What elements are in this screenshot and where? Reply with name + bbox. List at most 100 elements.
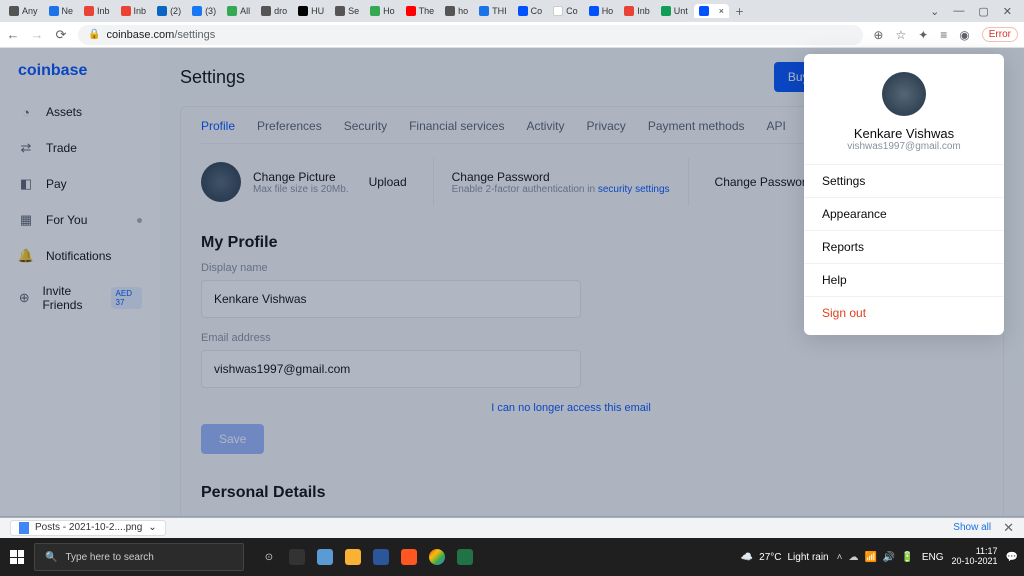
tray-icons[interactable]: ˄ ☁ 📶 🔊 🔋 — [837, 552, 914, 563]
install-icon[interactable]: ⊕ — [873, 28, 883, 42]
browser-tab[interactable]: Ne — [44, 4, 79, 18]
bell-icon: 🔔 — [18, 248, 34, 264]
browser-tab[interactable]: All — [222, 4, 255, 18]
url-input[interactable]: 🔒 coinbase.com/settings — [78, 25, 863, 45]
logo[interactable]: coinbase — [10, 62, 150, 94]
taskbar: 🔍Type here to search ⊙ ☁️ 27°C Light rai… — [0, 538, 1024, 576]
browser-tab[interactable]: (3) — [187, 4, 221, 18]
account-dropdown: Kenkare Vishwas vishwas1997@gmail.com Se… — [804, 54, 1004, 335]
tab-activity[interactable]: Activity — [526, 119, 564, 133]
chevron-down-icon[interactable]: ⌄ — [930, 5, 939, 18]
browser-tab[interactable]: Co — [548, 4, 583, 18]
no-access-link[interactable]: I can no longer access this email — [381, 402, 761, 414]
close-downloads-icon[interactable]: ✕ — [1003, 520, 1014, 536]
download-item[interactable]: Posts - 2021-10-2....png ⌄ — [10, 520, 166, 536]
browser-tab-active[interactable]: × — [694, 4, 729, 18]
browser-tab[interactable]: Ho — [365, 4, 400, 18]
pie-icon: ◔ — [18, 104, 34, 120]
notifications-icon[interactable]: 💬 — [1006, 552, 1018, 563]
sidebar-item-pay[interactable]: ◧Pay — [10, 166, 150, 202]
start-button[interactable] — [0, 538, 34, 576]
sidebar-item-assets[interactable]: ◔Assets — [10, 94, 150, 130]
language-indicator[interactable]: ENG — [922, 552, 944, 563]
browser-tab[interactable]: HU — [293, 4, 329, 18]
wifi-icon[interactable]: 📶 — [864, 552, 876, 563]
dropdown-reports[interactable]: Reports — [804, 230, 1004, 263]
sidebar-item-trade[interactable]: ⇄Trade — [10, 130, 150, 166]
taskbar-app[interactable] — [340, 538, 366, 576]
dropdown-help[interactable]: Help — [804, 263, 1004, 296]
browser-tab[interactable]: The — [401, 4, 440, 18]
email-input[interactable] — [201, 350, 581, 388]
taskbar-app[interactable] — [452, 538, 478, 576]
browser-tab[interactable]: Inb — [79, 4, 115, 18]
display-name-input[interactable] — [201, 280, 581, 318]
browser-tab[interactable]: Inb — [619, 4, 655, 18]
trade-icon: ⇄ — [18, 140, 34, 156]
taskbar-app[interactable] — [312, 538, 338, 576]
tab-security[interactable]: Security — [344, 119, 387, 133]
new-tab-button[interactable]: ＋ — [730, 3, 749, 20]
clock-date: 20-10-2021 — [952, 557, 998, 567]
browser-tab[interactable]: Any — [4, 4, 43, 18]
show-all-link[interactable]: Show all — [953, 522, 991, 533]
clock[interactable]: 11:17 20-10-2021 — [952, 547, 998, 567]
bookmark-icon[interactable]: ☆ — [895, 28, 906, 42]
dropdown-appearance[interactable]: Appearance — [804, 197, 1004, 230]
image-file-icon — [19, 522, 29, 534]
browser-tab[interactable]: ho — [440, 4, 473, 18]
lock-icon: 🔒 — [88, 29, 100, 40]
change-password-title: Change Password — [452, 170, 670, 184]
task-view-icon[interactable]: ⊙ — [256, 538, 282, 576]
save-button[interactable]: Save — [201, 424, 264, 454]
sidebar-item-invite[interactable]: ⊕Invite FriendsAED 37 — [10, 274, 150, 322]
change-picture-title: Change Picture — [253, 170, 349, 184]
tab-preferences[interactable]: Preferences — [257, 119, 322, 133]
battery-icon[interactable]: 🔋 — [901, 552, 913, 563]
taskbar-app[interactable] — [396, 538, 422, 576]
speaker-icon[interactable]: 🔊 — [883, 552, 895, 563]
browser-tab[interactable]: THI — [474, 4, 512, 18]
dropdown-avatar — [882, 72, 926, 116]
forward-icon[interactable]: → — [30, 27, 44, 42]
browser-tab[interactable]: Inb — [116, 4, 152, 18]
back-icon[interactable]: ← — [6, 27, 20, 42]
maximize-icon[interactable]: ▢ — [978, 5, 988, 18]
download-filename: Posts - 2021-10-2....png — [35, 522, 142, 533]
tab-api[interactable]: API — [767, 119, 786, 133]
dropdown-signout[interactable]: Sign out — [804, 296, 1004, 329]
dropdown-email: vishwas1997@gmail.com — [804, 141, 1004, 152]
upload-button[interactable]: Upload — [361, 175, 415, 189]
minimize-icon[interactable]: — — [953, 5, 964, 18]
download-bar: Posts - 2021-10-2....png ⌄ Show all ✕ — [0, 516, 1024, 538]
tab-profile[interactable]: Profile — [201, 119, 235, 133]
cloud-icon[interactable]: ☁ — [848, 552, 858, 563]
dropdown-settings[interactable]: Settings — [804, 164, 1004, 197]
taskbar-app[interactable] — [284, 538, 310, 576]
close-icon[interactable]: ✕ — [1003, 5, 1012, 18]
sidebar: coinbase ◔Assets ⇄Trade ◧Pay ▦For You 🔔N… — [0, 48, 160, 518]
browser-tab[interactable]: (2) — [152, 4, 186, 18]
chevron-up-icon[interactable]: ˄ — [837, 552, 843, 563]
tab-payment[interactable]: Payment methods — [648, 119, 745, 133]
browser-tab[interactable]: dro — [256, 4, 292, 18]
taskbar-app[interactable] — [368, 538, 394, 576]
browser-tab[interactable]: Co — [513, 4, 548, 18]
profile-icon[interactable]: ◉ — [959, 28, 969, 42]
browser-tab[interactable]: Unt — [656, 4, 693, 18]
error-badge[interactable]: Error — [982, 27, 1018, 42]
tab-privacy[interactable]: Privacy — [586, 119, 625, 133]
reload-icon[interactable]: ⟳ — [54, 27, 68, 43]
taskbar-search[interactable]: 🔍Type here to search — [34, 543, 244, 571]
sidebar-item-notifications[interactable]: 🔔Notifications — [10, 238, 150, 274]
weather-widget[interactable]: ☁️ 27°C Light rain — [741, 552, 829, 563]
browser-tab[interactable]: Se — [330, 4, 364, 18]
menu-icon[interactable]: ≡ — [940, 28, 947, 42]
taskbar-app[interactable] — [424, 538, 450, 576]
weather-temp: 27°C — [759, 552, 781, 563]
browser-tab[interactable]: Ho — [584, 4, 619, 18]
sidebar-item-foryou[interactable]: ▦For You — [10, 202, 150, 238]
extensions-icon[interactable]: ✦ — [918, 28, 928, 42]
security-settings-link[interactable]: security settings — [598, 184, 670, 195]
tab-financial[interactable]: Financial services — [409, 119, 504, 133]
